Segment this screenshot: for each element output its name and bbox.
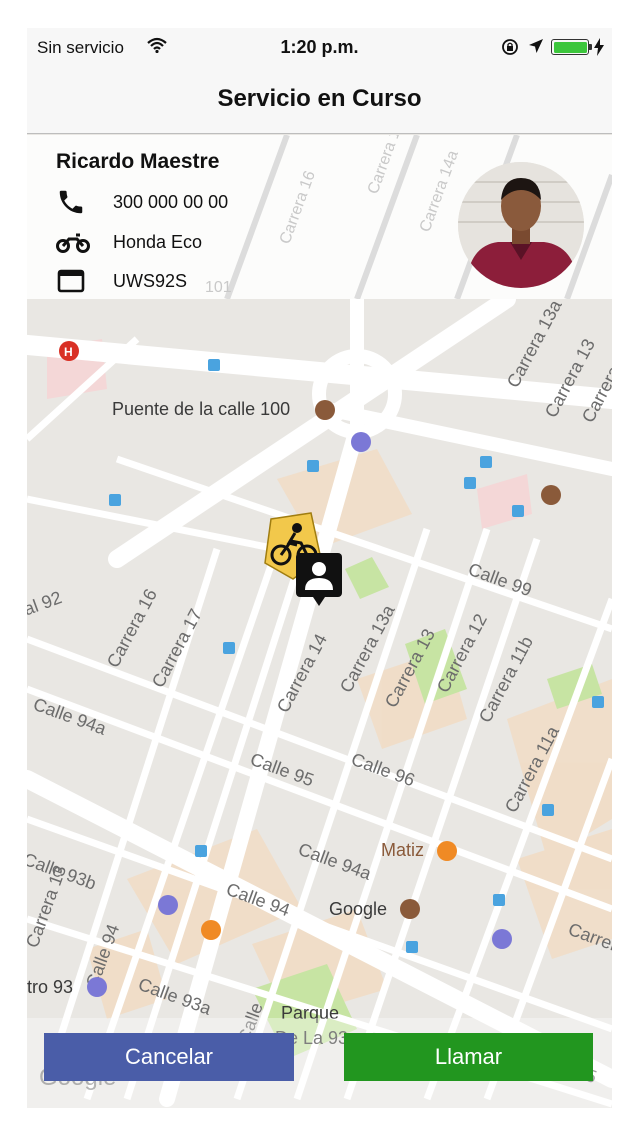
- battery-tip: [589, 44, 592, 50]
- cancel-button[interactable]: Cancelar: [44, 1033, 294, 1081]
- driver-photo: [458, 162, 584, 288]
- restaurant-icon-2: [201, 920, 221, 940]
- header-street-label: Carrera 14a: [417, 148, 462, 234]
- shopping-icon: [351, 432, 371, 452]
- app-screen: Carrera 13a Carrera 13 Carrera 15 Carrer…: [27, 28, 612, 1108]
- driver-info-panel: Carrera 16 Carrera 14a Carrera 13a 101 R…: [27, 135, 612, 299]
- place-label-district[interactable]: tro 93: [27, 977, 73, 997]
- phone-icon: [56, 187, 90, 217]
- driver-avatar: [458, 162, 584, 288]
- shopping-icon-2: [492, 929, 512, 949]
- battery-icon: [551, 39, 589, 55]
- restaurant-icon: [437, 841, 457, 861]
- place-label-company[interactable]: Google: [329, 899, 387, 919]
- place-label-restaurant[interactable]: Matiz: [381, 840, 424, 860]
- map-canvas[interactable]: Carrera 13a Carrera 13 Carrera 15 Carrer…: [27, 290, 612, 1108]
- rotation-lock-icon: [501, 38, 519, 61]
- page-title: Servicio en Curso: [217, 85, 422, 112]
- navigation-bar: Servicio en Curso: [27, 66, 612, 134]
- svg-text:H: H: [64, 345, 73, 359]
- driver-name: Ricardo Maestre: [56, 150, 220, 173]
- call-button[interactable]: Llamar: [344, 1033, 593, 1081]
- monument-icon: [315, 400, 335, 420]
- header-street-label: Carrera 16: [277, 169, 319, 247]
- hotel-icon: [158, 895, 178, 915]
- clock-time: 1:20 p.m.: [280, 37, 359, 57]
- status-bar: Sin servicio 1:20 p.m.: [27, 28, 612, 66]
- motorcycle-icon: [56, 227, 90, 257]
- battery-level-fill: [553, 41, 587, 53]
- driver-vehicle: Honda Eco: [113, 232, 203, 252]
- place-label-bridge[interactable]: Puente de la calle 100: [112, 399, 290, 419]
- company-icon: [400, 899, 420, 919]
- driver-phone[interactable]: 300 000 00 00: [113, 192, 228, 213]
- museum-icon: [541, 485, 561, 505]
- driver-plate: UWS92S: [113, 271, 188, 291]
- license-plate-icon: [56, 266, 90, 296]
- header-street-label: 101: [205, 279, 232, 296]
- charging-bolt-icon: [594, 38, 604, 61]
- map-view[interactable]: Carrera 13a Carrera 13 Carrera 15 Carrer…: [27, 290, 612, 1108]
- shopping-icon-3: [87, 977, 107, 997]
- location-arrow-icon: [528, 38, 544, 59]
- user-location-marker-icon[interactable]: [295, 552, 343, 608]
